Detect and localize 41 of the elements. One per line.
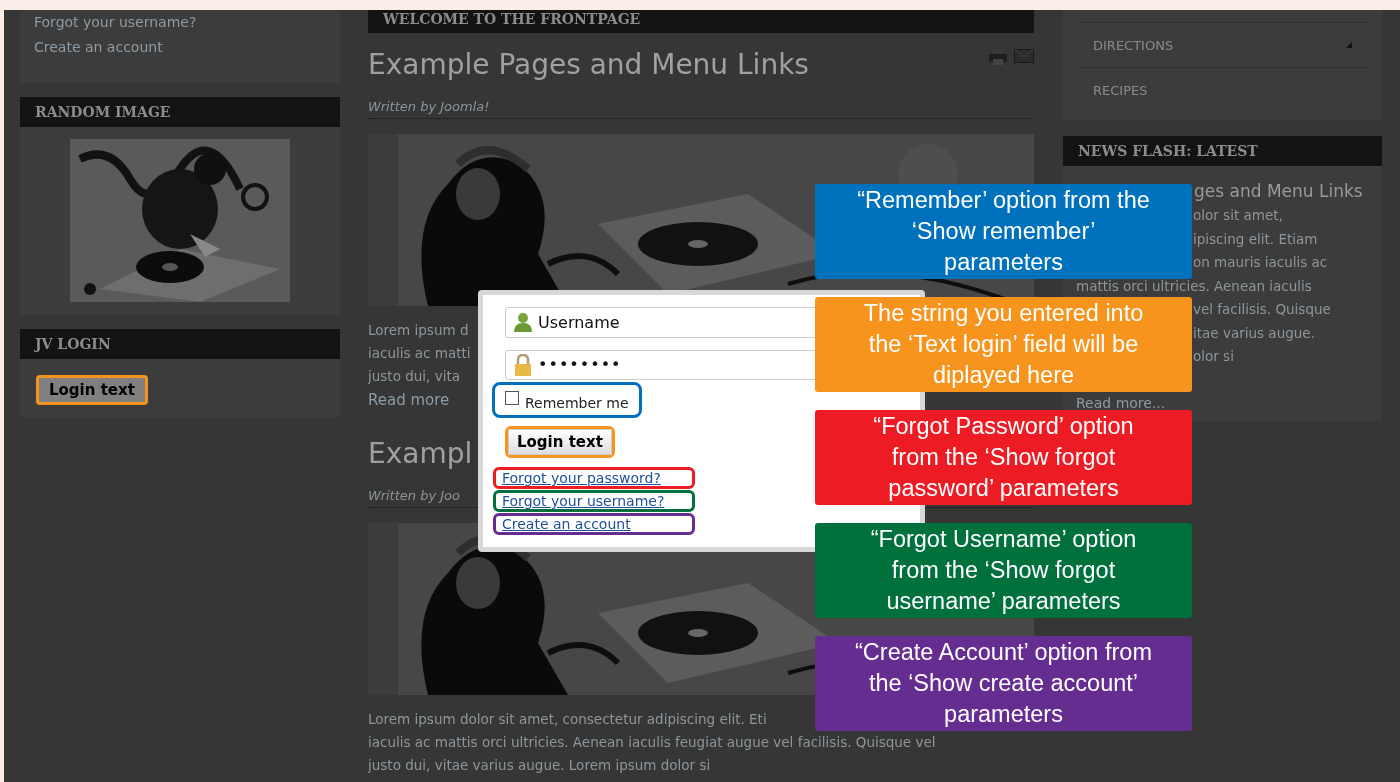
section-title: WELCOME TO THE FRONTPAGE bbox=[368, 10, 1034, 33]
annotation-tooltip: “Create Account’ option from the ‘Show create account’ parameters bbox=[815, 636, 1192, 731]
annotation-tooltip: The string you entered into the ‘Text login’ field will be diplayed here bbox=[815, 297, 1192, 392]
news-text: olor si bbox=[1193, 347, 1234, 366]
module-title: RANDOM IMAGE bbox=[20, 97, 340, 127]
article-text: Lorem ipsum dolor sit amet, consectetur adipiscing elit. Eti bbox=[368, 710, 767, 729]
module-title: NEWS FLASH: LATEST bbox=[1063, 136, 1382, 166]
article-text: Lorem ipsum d bbox=[368, 321, 469, 340]
account-link[interactable]: Forgot your password? bbox=[493, 467, 695, 489]
article-author: Written by Joomla! bbox=[368, 83, 1034, 119]
menu-item[interactable]: DIRECTIONS bbox=[1093, 37, 1174, 53]
article-text: justo dui, vitae varius augue. Lorem ipsum dolor si bbox=[368, 756, 711, 775]
article-title: Exampl bbox=[368, 436, 473, 472]
article-text: justo dui, vita bbox=[368, 367, 460, 386]
account-link[interactable]: Forgot your username? bbox=[34, 10, 197, 35]
news-text: on mauris iaculis ac bbox=[1193, 253, 1328, 272]
news-text: ipiscing elit. Etiam bbox=[1193, 229, 1318, 249]
read-more-link[interactable]: Read more bbox=[368, 391, 450, 409]
remember-checkbox[interactable] bbox=[505, 391, 519, 405]
email-icon[interactable] bbox=[1014, 49, 1034, 63]
account-link[interactable]: Create an account bbox=[34, 35, 163, 60]
news-text: olor sit amet, bbox=[1193, 206, 1283, 225]
padlock-icon bbox=[514, 353, 532, 376]
account-link[interactable]: Create an account bbox=[493, 513, 695, 535]
annotation-tooltip: “Forgot Username’ option from the ‘Show forgot username’ parameters bbox=[815, 523, 1192, 618]
news-text: vel facilisis. Quisque bbox=[1193, 300, 1331, 319]
module-title: JV LOGIN bbox=[20, 329, 340, 359]
article-text: iaculis ac matti bbox=[368, 344, 471, 363]
login-button[interactable]: Login text bbox=[508, 429, 612, 455]
article-text: iaculis ac mattis orci ultricies. Aenean iaculis feugiat augue vel facilisis. Quisque vel bbox=[368, 733, 936, 752]
news-headline: ges and Menu Links bbox=[1194, 180, 1363, 203]
menu-item[interactable]: RECIPES bbox=[1093, 82, 1148, 98]
annotation-tooltip: “Forgot Password’ option from the ‘Show forgot password’ parameters bbox=[815, 410, 1192, 505]
article-title: Example Pages and Menu Links bbox=[368, 47, 809, 83]
user-icon bbox=[514, 312, 532, 333]
annotation-tooltip: “Remember’ option from the ‘Show remember’ parameters bbox=[815, 184, 1192, 279]
news-text: itae varius augue. bbox=[1193, 323, 1315, 343]
news-text: mattis orci ultricies. Aenean iaculis bbox=[1076, 276, 1312, 296]
login-button[interactable]: Login text bbox=[36, 375, 148, 405]
remember-label: Remember me bbox=[525, 395, 629, 411]
account-link[interactable]: Forgot your username? bbox=[493, 490, 695, 512]
